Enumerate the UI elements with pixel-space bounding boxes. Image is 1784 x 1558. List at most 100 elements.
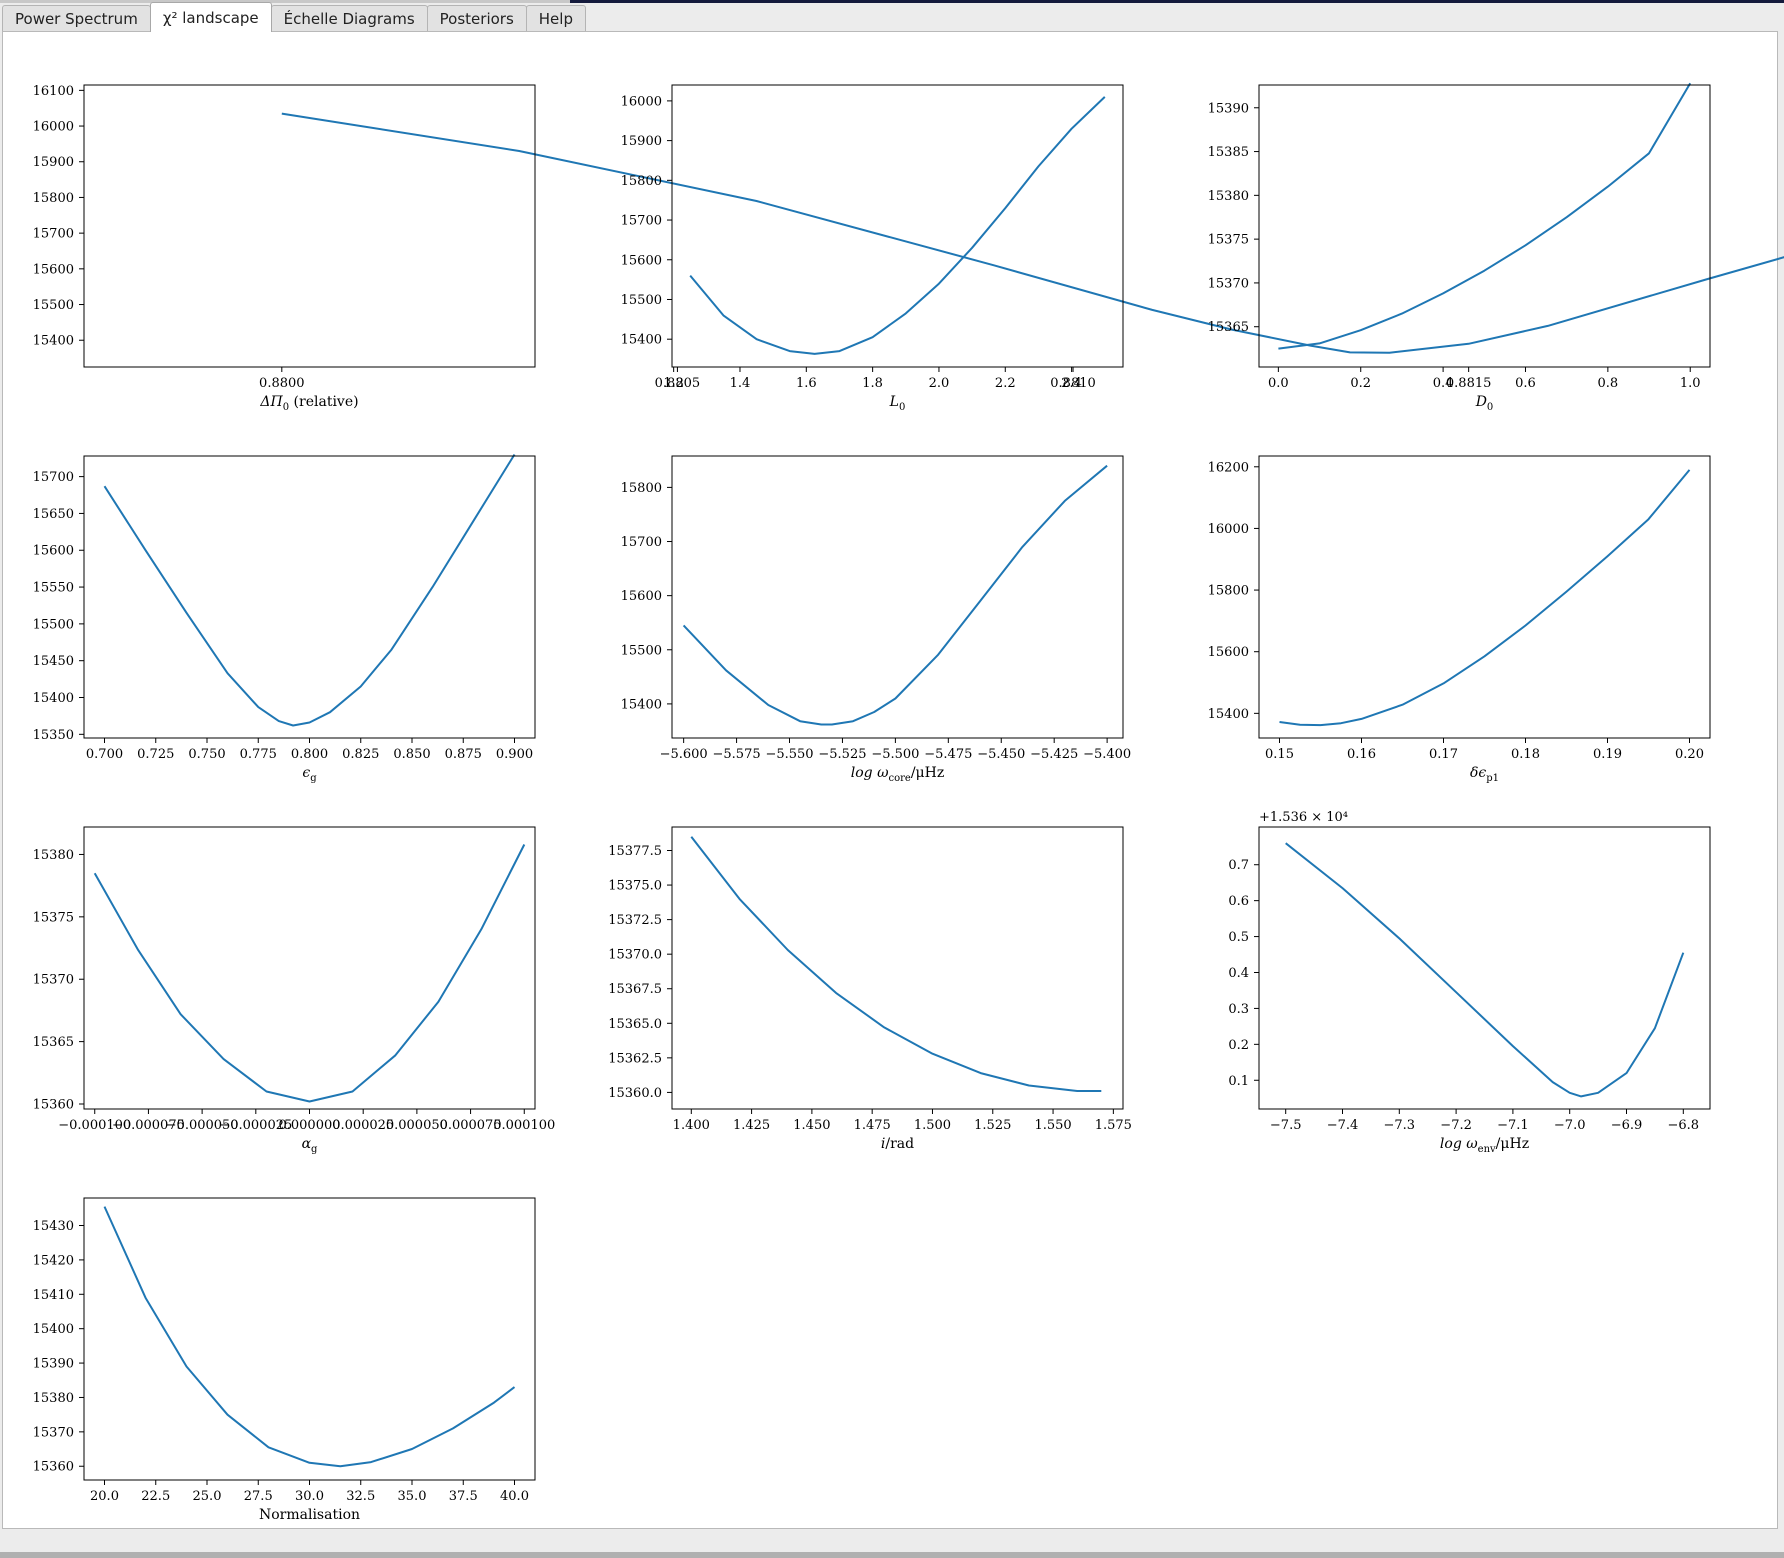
chi2-curve — [690, 836, 1102, 1092]
y-tick-label: 15450 — [33, 654, 74, 669]
y-tick-label: 15500 — [33, 617, 74, 632]
y-tick-label: 0.4 — [1228, 966, 1249, 981]
y-tick-label: 15600 — [33, 544, 74, 559]
y-tick-label: 15400 — [621, 333, 662, 348]
x-tick-label: 32.5 — [346, 1489, 375, 1504]
y-tick-label: 0.5 — [1228, 930, 1249, 945]
y-tick-label: 15420 — [33, 1253, 74, 1268]
x-tick-label: −5.550 — [765, 747, 813, 762]
x-tick-label: −7.5 — [1270, 1118, 1302, 1133]
y-tick-label: 0.7 — [1228, 858, 1249, 873]
x-tick-label: 1.450 — [793, 1118, 830, 1133]
chi2-curve — [281, 112, 1784, 354]
axes-frame — [83, 826, 536, 1110]
x-tick-label: 40.0 — [500, 1489, 529, 1504]
x-tick-label: −5.400 — [1083, 747, 1131, 762]
x-tick-label: 0.725 — [137, 747, 174, 762]
chart-8: 1.400 1.425 1.450 1.475 1.500 1.525 1.550 1.575… — [608, 826, 1132, 1152]
y-tick-label: 15700 — [33, 470, 74, 485]
x-tick-label: 1.500 — [914, 1118, 951, 1133]
x-tick-label: −5.475 — [924, 747, 972, 762]
y-tick-label: 15365 — [33, 1035, 74, 1050]
x-tick-label: 1.425 — [733, 1118, 770, 1133]
x-tick-label: 2.2 — [995, 376, 1016, 391]
y-tick-label: 15500 — [621, 643, 662, 658]
x-tick-label: −5.450 — [977, 747, 1025, 762]
chart-2: 1.2 1.4 1.6 1.8 2.0 2.2 2.4 15400 15500 15600 1570… — [621, 84, 1124, 413]
x-tick-label: 1.575 — [1095, 1118, 1132, 1133]
y-tick-label: 15700 — [621, 535, 662, 550]
x-tick-label: 0.6 — [1515, 376, 1536, 391]
x-tick-label: 1.8 — [862, 376, 883, 391]
y-tick-label: 0.6 — [1228, 894, 1249, 909]
y-tick-label: 15500 — [621, 293, 662, 308]
axes-frame — [83, 1197, 536, 1481]
y-tick-label: 15500 — [33, 298, 74, 313]
x-tick-label: 35.0 — [398, 1489, 427, 1504]
x-tick-label: 22.5 — [141, 1489, 170, 1504]
x-tick-label: 1.0 — [1680, 376, 1701, 391]
x-tick-label: 20.0 — [90, 1489, 119, 1504]
chart-4: 0.700 0.725 0.750 0.775 0.800 0.825 0.850 0.875… — [33, 453, 536, 784]
x-tick-label: −7.1 — [1497, 1118, 1529, 1133]
x-tick-label: 1.2 — [663, 376, 684, 391]
y-tick-label: 15380 — [33, 848, 74, 863]
y-tick-label: 15375 — [33, 910, 74, 925]
axes-frame — [1258, 826, 1711, 1110]
chi2-curve — [689, 96, 1106, 355]
y-tick-label: 15700 — [33, 227, 74, 242]
y-tick-label: 15600 — [33, 262, 74, 277]
y-tick-label: 16000 — [33, 120, 74, 135]
window-bottom-strip — [0, 1552, 1784, 1558]
x-tick-label: 0.19 — [1593, 747, 1622, 762]
chi2-curve — [1279, 469, 1691, 727]
x-tick-label: −5.425 — [1030, 747, 1078, 762]
axes-frame — [671, 84, 1124, 368]
x-tick-label: 0.800 — [291, 747, 328, 762]
y-tick-label: 15400 — [621, 697, 662, 712]
x-tick-label: 2.0 — [929, 376, 950, 391]
x-tick-label: 0.8 — [1598, 376, 1619, 391]
axes-frame — [671, 826, 1124, 1110]
x-tick-label: 0.000100 — [493, 1118, 555, 1133]
y-tick-label: 0.3 — [1228, 1002, 1249, 1017]
x-tick-label: 1.6 — [796, 376, 817, 391]
x-tick-label: 0.8800 — [259, 376, 305, 391]
y-tick-label: 16000 — [621, 94, 662, 109]
x-tick-label: 0.17 — [1429, 747, 1458, 762]
chi2-curve — [1278, 82, 1692, 350]
y-tick-label: 15400 — [33, 334, 74, 349]
y-tick-label: 0.2 — [1228, 1038, 1249, 1053]
x-tick-label: −7.0 — [1554, 1118, 1586, 1133]
tab-chi2-landscape[interactable]: χ² landscape — [149, 2, 272, 32]
chi2-curve — [103, 1206, 516, 1468]
x-tick-label: 0.825 — [342, 747, 379, 762]
y-tick-label: 16200 — [1208, 460, 1249, 475]
y-tick-label: 15800 — [621, 174, 662, 189]
x-tick-label: 0.775 — [240, 747, 277, 762]
chart-6: 0.15 0.16 0.17 0.18 0.19 0.20 15400 15600 15800 1… — [1208, 455, 1711, 784]
x-tick-label: −5.600 — [660, 747, 708, 762]
y-tick-label: 15375.0 — [608, 879, 662, 894]
x-axis-label: αg — [302, 1136, 318, 1155]
y-tick-label: 15550 — [33, 581, 74, 596]
y-tick-label: 15360 — [33, 1098, 74, 1113]
x-tick-label: 0.4 — [1433, 376, 1454, 391]
axes-frame — [1258, 455, 1711, 739]
x-tick-label: 25.0 — [193, 1489, 222, 1504]
x-tick-label: 30.0 — [295, 1489, 324, 1504]
x-tick-label: 2.4 — [1061, 376, 1082, 391]
x-tick-label: 1.525 — [974, 1118, 1011, 1133]
chart-7: −0.000100−0.000075−0.000050−0.0000250.00… — [33, 826, 555, 1155]
y-tick-label: 15370 — [1208, 276, 1249, 291]
axes-frame — [83, 455, 536, 739]
y-tick-label: 15600 — [621, 253, 662, 268]
y-tick-label: 15385 — [1208, 145, 1249, 160]
y-tick-label: 15390 — [1208, 101, 1249, 116]
x-axis-label: D0 — [1475, 394, 1494, 413]
x-axis-label: log ωcore/μHz — [851, 765, 944, 784]
x-tick-label: 1.550 — [1034, 1118, 1071, 1133]
y-tick-label: 15400 — [33, 691, 74, 706]
chart-5: −5.600 −5.575 −5.550 −5.525 −5.500 −5.475 −5.4… — [621, 455, 1131, 784]
x-tick-label: −5.500 — [871, 747, 919, 762]
